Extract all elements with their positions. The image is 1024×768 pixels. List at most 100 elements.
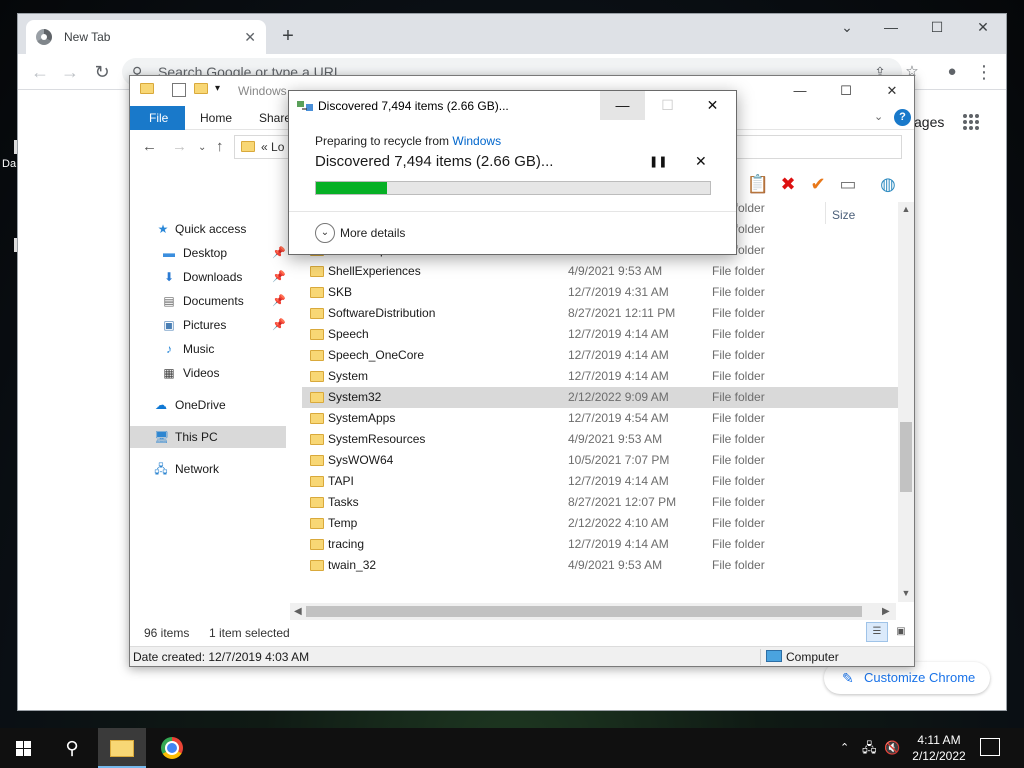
scroll-up-icon[interactable]: ▲ <box>898 204 914 214</box>
globe-icon[interactable]: ◍ <box>876 172 900 196</box>
folder-icon <box>310 308 324 319</box>
folder-icon <box>310 371 324 382</box>
customize-quick-access-chevron-icon[interactable]: ▾ <box>215 83 229 97</box>
google-apps-icon[interactable] <box>963 114 979 130</box>
rename-icon[interactable]: ▭ <box>836 172 860 196</box>
table-row[interactable]: System32 2/12/2022 9:09 AM File folder <box>302 387 900 408</box>
images-link[interactable]: ages <box>914 114 944 130</box>
forward-arrow-icon[interactable]: → <box>58 60 82 84</box>
nav-item-quick-access[interactable]: ★ Quick access <box>130 218 286 240</box>
nav-item-desktop[interactable]: ▬ Desktop 📌 <box>130 242 286 264</box>
nav-item-documents[interactable]: ▤ Documents 📌 <box>130 290 286 312</box>
minimize-icon[interactable]: — <box>600 91 645 120</box>
table-row[interactable]: Tasks 8/27/2021 12:07 PM File folder <box>302 492 900 513</box>
network-icon[interactable]: 🖧 <box>862 728 877 768</box>
clipboard-icon[interactable]: 📋 <box>746 172 770 196</box>
horizontal-scrollbar[interactable]: ◀ ▶ <box>290 603 896 620</box>
tab-close-icon[interactable]: ✕ <box>244 29 256 46</box>
cancel-icon[interactable]: ✕ <box>695 153 707 170</box>
file-type: File folder <box>712 327 765 341</box>
pin-icon: 📌 <box>272 247 286 259</box>
new-folder-icon[interactable] <box>194 83 208 97</box>
scroll-right-icon[interactable]: ▶ <box>882 603 890 620</box>
file-name: SKB <box>328 285 353 299</box>
show-hidden-icons-chevron-icon[interactable]: ⌃ <box>840 728 849 768</box>
scroll-left-icon[interactable]: ◀ <box>294 603 302 620</box>
nav-item-downloads[interactable]: ⬇ Downloads 📌 <box>130 266 286 288</box>
nav-item-videos[interactable]: ▦ Videos <box>130 362 286 384</box>
checkmark-icon[interactable]: ✔ <box>806 172 830 196</box>
chrome-menu-icon[interactable]: ⋮ <box>972 60 996 84</box>
taskbar-file-explorer[interactable] <box>98 728 146 768</box>
reload-icon[interactable]: ↻ <box>90 60 114 84</box>
recent-locations-chevron-icon[interactable]: ⌄ <box>198 142 206 153</box>
up-arrow-icon[interactable]: ↑ <box>216 138 224 155</box>
volume-muted-icon[interactable]: 🔇 <box>884 728 900 768</box>
close-icon[interactable]: ✕ <box>960 14 1006 42</box>
computer-icon <box>766 650 782 662</box>
expand-ribbon-chevron-icon[interactable]: ⌄ <box>874 110 883 123</box>
nav-item-onedrive[interactable]: ☁ OneDrive <box>130 394 286 416</box>
scroll-thumb[interactable] <box>306 606 862 617</box>
back-arrow-icon[interactable]: ← <box>28 60 52 84</box>
file-type: File folder <box>712 348 765 362</box>
table-row[interactable]: SoftwareDistribution 8/27/2021 12:11 PM Fi… <box>302 303 900 324</box>
dialog-title: Discovered 7,494 items (2.66 GB)... <box>318 99 509 113</box>
nav-item-music[interactable]: ♪ Music <box>130 338 286 360</box>
source-folder-link[interactable]: Windows <box>452 134 501 148</box>
back-arrow-icon[interactable]: ← <box>142 138 157 155</box>
file-type: File folder <box>712 495 765 509</box>
recycle-progress-dialog: Discovered 7,494 items (2.66 GB)... — ☐ … <box>288 90 737 255</box>
ribbon-tab-home[interactable]: Home <box>186 106 246 130</box>
table-row[interactable]: Speech 12/7/2019 4:14 AM File folder <box>302 324 900 345</box>
scroll-down-icon[interactable]: ▼ <box>898 588 914 598</box>
table-row[interactable]: twain_32 4/9/2021 9:53 AM File folder <box>302 555 900 576</box>
taskbar-chrome[interactable] <box>148 728 196 768</box>
scroll-thumb[interactable] <box>900 422 912 492</box>
vertical-scrollbar[interactable]: ▲ ▼ <box>898 202 914 602</box>
maximize-icon[interactable]: ☐ <box>826 80 866 102</box>
details-view-button[interactable]: ☰ <box>866 622 888 642</box>
tab-search-chevron-icon[interactable]: ⌄ <box>824 14 870 42</box>
table-row[interactable]: SysWOW64 10/5/2021 7:07 PM File folder <box>302 450 900 471</box>
large-icons-view-button[interactable]: ▣ <box>890 622 912 642</box>
close-icon[interactable]: ✕ <box>690 91 735 120</box>
table-row[interactable]: SKB 12/7/2019 4:31 AM File folder <box>302 282 900 303</box>
notification-icon[interactable] <box>980 738 1000 756</box>
file-date-modified: 12/7/2019 4:14 AM <box>568 348 669 362</box>
nav-item-network[interactable]: 🖧 Network <box>130 458 286 480</box>
file-name: SysWOW64 <box>328 453 394 467</box>
nav-item-this-pc[interactable]: 🖥 This PC <box>130 426 286 448</box>
start-button[interactable] <box>0 728 48 768</box>
file-name: SoftwareDistribution <box>328 306 436 320</box>
properties-checkbox-icon[interactable] <box>172 83 186 97</box>
table-row[interactable]: TAPI 12/7/2019 4:14 AM File folder <box>302 471 900 492</box>
forward-arrow-icon[interactable]: → <box>172 138 187 155</box>
nav-item-pictures[interactable]: ▣ Pictures 📌 <box>130 314 286 336</box>
profile-avatar-icon[interactable]: ● <box>940 60 964 84</box>
clock-time: 4:11 AM <box>917 733 961 747</box>
system-clock[interactable]: 4:11 AM 2/12/2022 <box>906 732 972 764</box>
help-icon[interactable]: ? <box>894 109 911 126</box>
folder-icon <box>310 497 324 508</box>
maximize-icon[interactable]: ☐ <box>914 14 960 42</box>
table-row[interactable]: SystemApps 12/7/2019 4:54 AM File folder <box>302 408 900 429</box>
new-tab-button[interactable]: + <box>276 24 300 48</box>
minimize-icon[interactable]: — <box>780 80 820 102</box>
close-icon[interactable]: ✕ <box>872 80 912 102</box>
table-row[interactable]: System 12/7/2019 4:14 AM File folder <box>302 366 900 387</box>
search-icon[interactable]: ⚲ <box>56 728 88 768</box>
table-row[interactable]: Speech_OneCore 12/7/2019 4:14 AM File fold… <box>302 345 900 366</box>
table-row[interactable]: Temp 2/12/2022 4:10 AM File folder <box>302 513 900 534</box>
pause-icon[interactable]: ❚❚ <box>649 155 667 168</box>
star-icon: ★ <box>157 222 169 236</box>
folder-icon <box>310 455 324 466</box>
table-row[interactable]: tracing 12/7/2019 4:14 AM File folder <box>302 534 900 555</box>
delete-x-icon[interactable]: ✖ <box>776 172 800 196</box>
table-row[interactable]: ShellExperiences 4/9/2021 9:53 AM File fol… <box>302 261 900 282</box>
table-row[interactable]: SystemResources 4/9/2021 9:53 AM File fold… <box>302 429 900 450</box>
chrome-tab-new-tab[interactable]: New Tab ✕ <box>26 20 266 54</box>
minimize-icon[interactable]: — <box>868 14 914 42</box>
folder-icon <box>310 476 324 487</box>
ribbon-tab-file[interactable]: File <box>130 106 185 130</box>
